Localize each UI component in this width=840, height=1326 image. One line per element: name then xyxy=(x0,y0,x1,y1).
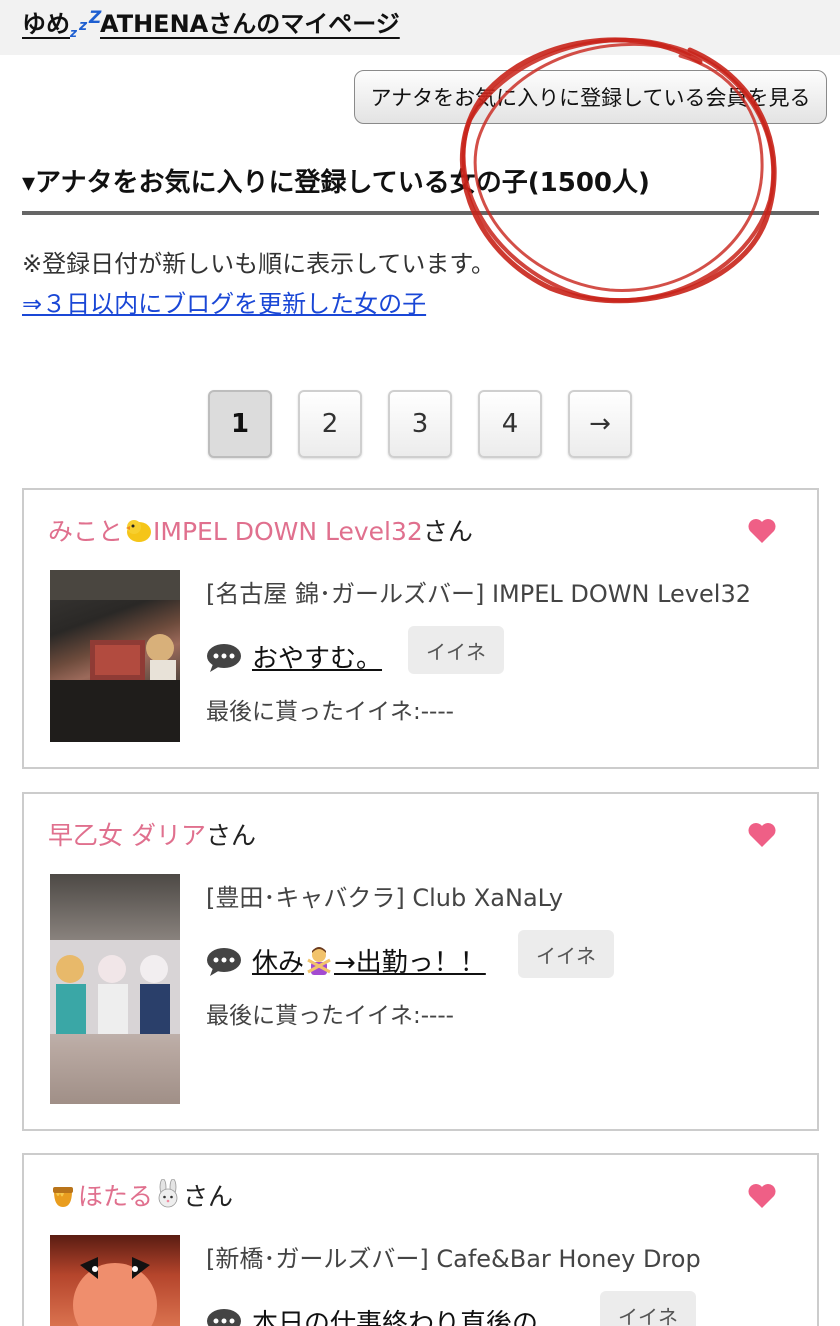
heart-icon[interactable] xyxy=(747,820,777,850)
girl-name[interactable]: ほたる さん xyxy=(48,1177,233,1213)
divider xyxy=(22,211,819,215)
shop-info: [名古屋 錦･ガールズバー] IMPEL DOWN Level32 xyxy=(206,580,751,608)
like-button[interactable]: イイネ xyxy=(600,1291,696,1326)
shop-info: [豊田･キャバクラ] Club XaNaLy xyxy=(206,884,564,912)
girl-card: みこと IMPEL DOWN Level32さん [名古屋 錦･ガールズバー] I… xyxy=(22,488,819,769)
heart-icon[interactable] xyxy=(747,516,777,546)
title-suffix: ATHENAさんのマイページ xyxy=(100,10,400,38)
blog-post-link[interactable]: 休み →出勤っ！！ xyxy=(252,942,486,979)
blog-post-link[interactable]: おやすむ。 xyxy=(252,638,382,675)
speech-bubble-icon xyxy=(207,644,241,672)
girl-name[interactable]: 早乙女 ダリアさん xyxy=(48,816,256,852)
recent-blog-link[interactable]: ⇒３日以内にブログを更新した女の子 xyxy=(22,284,426,319)
girl-photo[interactable] xyxy=(50,1235,180,1326)
page-1-button[interactable]: 1 xyxy=(208,390,272,458)
pagination: 1 2 3 4 → xyxy=(0,390,840,460)
girl-name[interactable]: みこと IMPEL DOWN Level32さん xyxy=(48,512,473,548)
person-gesturing-no-emoji xyxy=(307,947,331,975)
chick-emoji xyxy=(126,520,152,542)
shop-info: [新橋･ガールズバー] Cafe&Bar Honey Drop xyxy=(206,1245,701,1273)
speech-bubble-icon xyxy=(207,948,241,976)
blog-post-link[interactable]: 本日の仕事終わり直後の xyxy=(252,1303,538,1326)
sleeping-zz-icon: zzZ xyxy=(70,8,102,40)
girl-photo[interactable] xyxy=(50,570,180,742)
view-favoriting-members-button[interactable]: アナタをお気に入りに登録している会員を見る xyxy=(354,70,827,124)
section-heading: ▾アナタをお気に入りに登録している女の子(1500人) xyxy=(22,168,650,198)
girl-photo[interactable] xyxy=(50,874,180,1104)
like-button[interactable]: イイネ xyxy=(518,930,614,978)
page-title[interactable]: ゆめ z z Z ATHENAさんのマイページ xyxy=(22,4,400,40)
last-like-text: 最後に貰ったイイネ:---- xyxy=(206,1003,454,1029)
like-button[interactable]: イイネ xyxy=(408,626,504,674)
heart-icon[interactable] xyxy=(747,1181,777,1211)
speech-bubble-icon xyxy=(207,1309,241,1326)
page-3-button[interactable]: 3 xyxy=(388,390,452,458)
title-prefix: ゆめ xyxy=(22,10,70,38)
girl-card: ほたる さん [新橋･ガールズバー] Cafe&Bar Honey Drop 本日… xyxy=(22,1153,819,1326)
last-like-text: 最後に貰ったイイネ:---- xyxy=(206,699,454,725)
rabbit-emoji xyxy=(158,1179,178,1208)
sort-note: ※登録日付が新しいも順に表示しています。 xyxy=(22,250,495,278)
honey-pot-emoji xyxy=(53,1187,73,1207)
page-4-button[interactable]: 4 xyxy=(478,390,542,458)
girl-card: 早乙女 ダリアさん [豊田･キャバクラ] Club XaNaLy 休み →出勤っ！… xyxy=(22,792,819,1131)
next-page-button[interactable]: → xyxy=(568,390,632,458)
page-2-button[interactable]: 2 xyxy=(298,390,362,458)
